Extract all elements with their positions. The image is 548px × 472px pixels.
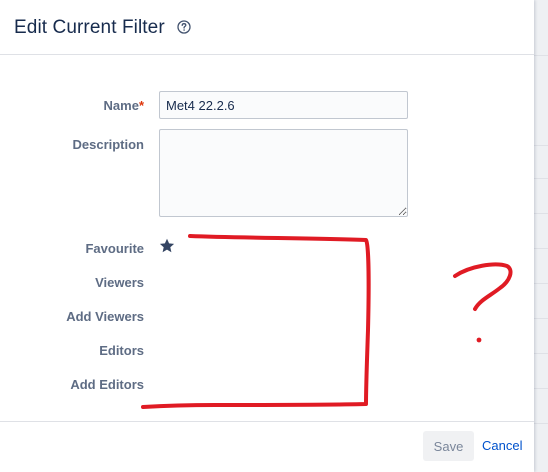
question-circle-icon[interactable] <box>177 20 191 34</box>
background-divider <box>534 178 548 179</box>
page: Edit Current Filter Name* Description Fa… <box>0 0 548 472</box>
background-divider <box>534 318 548 319</box>
add-editors-label: Add Editors <box>70 377 144 392</box>
dialog-header: Edit Current Filter <box>0 0 534 55</box>
dialog-title: Edit Current Filter <box>14 17 165 38</box>
editors-label: Editors <box>99 343 144 358</box>
description-label: Description <box>72 137 144 152</box>
background-divider <box>534 248 548 249</box>
background-divider <box>534 353 548 354</box>
edit-filter-dialog: Edit Current Filter Name* Description Fa… <box>0 0 534 472</box>
viewers-label: Viewers <box>95 275 144 290</box>
name-input[interactable] <box>159 91 408 119</box>
required-marker: * <box>138 98 144 113</box>
background-divider <box>534 55 548 56</box>
background-divider <box>534 388 548 389</box>
add-viewers-label: Add Viewers <box>66 309 144 324</box>
favourite-label: Favourite <box>85 241 144 256</box>
background-divider <box>534 283 548 284</box>
name-label: Name* <box>0 98 144 113</box>
cancel-link[interactable]: Cancel <box>482 438 522 453</box>
background-divider <box>534 423 548 424</box>
star-icon[interactable] <box>159 238 175 254</box>
background-page <box>534 0 548 472</box>
description-textarea[interactable] <box>159 129 408 217</box>
background-divider <box>534 213 548 214</box>
name-label-text: Name <box>103 98 139 113</box>
background-divider <box>534 145 548 146</box>
save-button[interactable]: Save <box>423 431 474 461</box>
